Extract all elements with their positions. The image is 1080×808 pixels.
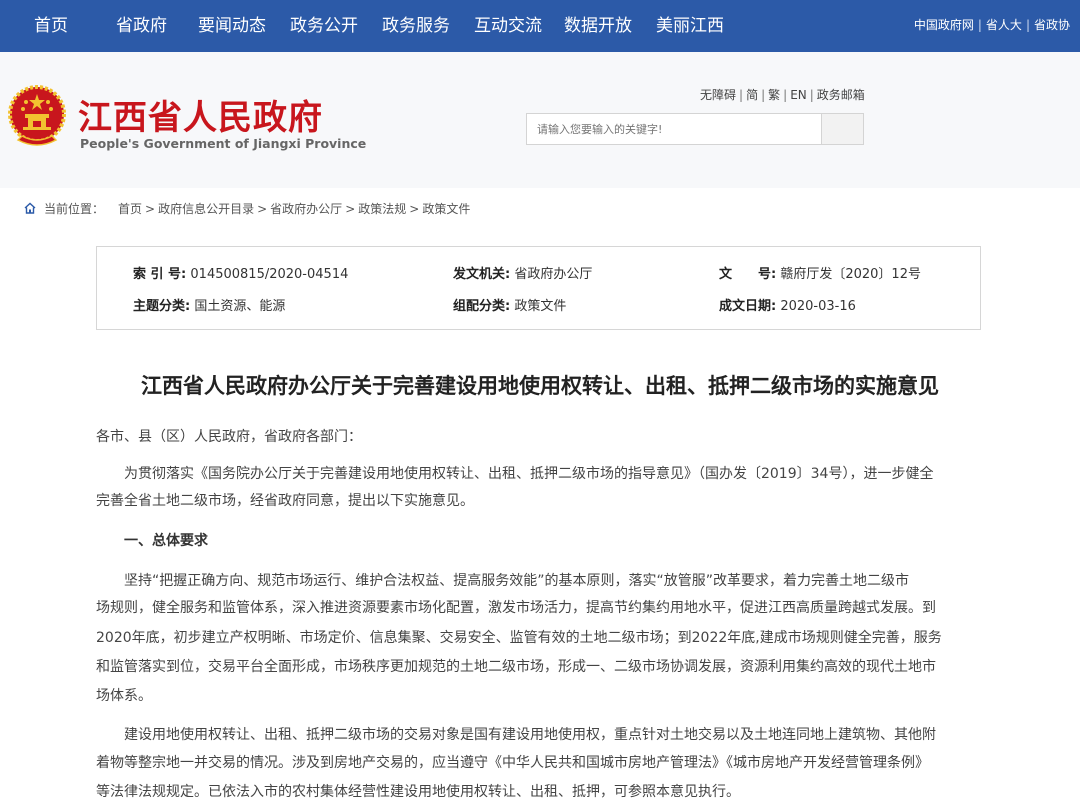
section-heading-general: 一、总体要求	[124, 533, 208, 549]
nav-item-province-gov[interactable]: 省政府	[116, 0, 167, 52]
nav-item-news[interactable]: 要闻动态	[198, 0, 266, 52]
link-provincial-cppcc[interactable]: 省政协	[1034, 18, 1070, 32]
top-nav: 首页 省政府 要闻动态 政务公开 政务服务 互动交流 数据开放 美丽江西 中国政…	[0, 0, 1080, 52]
top-right-links: 中国政府网 | 省人大 | 省政协	[913, 18, 1070, 32]
meta-topic: 主题分类: 国土资源、能源	[133, 299, 286, 314]
para1-line-1: 坚持“把握正确方向、规范市场运行、维护合法权益、提高服务效能”的基本原则，落实“…	[124, 573, 910, 589]
link-english[interactable]: EN	[790, 88, 807, 102]
breadcrumb-office[interactable]: 省政府办公厅	[270, 202, 342, 216]
meta-doc-number: 文 号: 赣府厅发〔2020〕12号	[719, 267, 921, 282]
nav-item-gov-affairs-open[interactable]: 政务公开	[290, 0, 358, 52]
para1-line-5: 场体系。	[96, 688, 152, 704]
intro-line-2: 完善全省土地二级市场，经省政府同意，提出以下实施意见。	[96, 493, 474, 509]
para1-line-2: 场规则，健全服务和监管体系，深入推进资源要素市场化配置，激发市场活力，提高节约集…	[96, 600, 936, 616]
intro-line-1: 为贯彻落实《国务院办公厅关于完善建设用地使用权转让、出租、抵押二级市场的指导意见…	[124, 466, 934, 482]
breadcrumb: 当前位置： 首页 > 政府信息公开目录 > 省政府办公厅 > 政策法规 > 政策文件	[24, 200, 470, 217]
nav-item-home[interactable]: 首页	[34, 0, 68, 52]
site-subtitle: People's Government of Jiangxi Province	[80, 136, 367, 151]
link-accessibility[interactable]: 无障碍	[700, 88, 736, 102]
breadcrumb-policy-documents[interactable]: 政策文件	[422, 202, 470, 216]
search-input[interactable]	[526, 113, 822, 145]
meta-category: 组配分类: 政策文件	[453, 299, 567, 314]
site-title: 江西省人民政府	[78, 98, 323, 138]
breadcrumb-info-directory[interactable]: 政府信息公开目录	[158, 202, 254, 216]
meta-issuer: 发文机关: 省政府办公厅	[453, 267, 593, 282]
meta-date: 成文日期: 2020-03-16	[719, 299, 856, 314]
nav-item-gov-services[interactable]: 政务服务	[382, 0, 450, 52]
nav-item-open-data[interactable]: 数据开放	[564, 0, 632, 52]
salutation: 各市、县（区）人民政府，省政府各部门：	[96, 429, 362, 445]
national-emblem-icon	[8, 85, 66, 146]
para2-line-3: 等法律法规规定。已依法入市的农村集体经营性建设用地使用权转让、出租、抵押，可参照…	[96, 784, 740, 800]
link-provincial-npc[interactable]: 省人大	[986, 18, 1022, 32]
nav-item-beautiful-jiangxi[interactable]: 美丽江西	[656, 0, 724, 52]
breadcrumb-policy-regulations[interactable]: 政策法规	[358, 202, 406, 216]
meta-index-number: 索 引 号: 014500815/2020-04514	[133, 267, 349, 282]
site-header: 江西省人民政府 People's Government of Jiangxi P…	[0, 52, 1080, 188]
breadcrumb-home[interactable]: 首页	[118, 202, 142, 216]
document-meta-box: 索 引 号: 014500815/2020-04514 发文机关: 省政府办公厅…	[96, 246, 981, 330]
para1-line-4: 和监管落实到位，交易平台全面形成，市场秩序更加规范的土地二级市场，形成一、二级市…	[96, 659, 936, 675]
para2-line-2: 着物等整宗地一并交易的情况。涉及到房地产交易的，应当遵守《中华人民共和国城市房地…	[96, 755, 929, 771]
breadcrumb-label: 当前位置：	[44, 202, 105, 216]
utility-links: 无障碍 | 简 | 繁 | EN | 政务邮箱	[700, 88, 865, 102]
link-simplified[interactable]: 简	[746, 88, 758, 102]
nav-item-interaction[interactable]: 互动交流	[474, 0, 542, 52]
search-button[interactable]	[822, 113, 864, 145]
link-china-gov[interactable]: 中国政府网	[914, 18, 974, 32]
link-gov-email[interactable]: 政务邮箱	[817, 88, 865, 102]
home-icon	[24, 202, 36, 214]
para2-line-1: 建设用地使用权转让、出租、抵押二级市场的交易对象是国有建设用地使用权，重点针对土…	[124, 727, 936, 743]
document-title: 江西省人民政府办公厅关于完善建设用地使用权转让、出租、抵押二级市场的实施意见	[141, 374, 939, 398]
para1-line-3: 2020年底，初步建立产权明晰、市场定价、信息集聚、交易安全、监管有效的土地二级…	[96, 630, 942, 646]
link-traditional[interactable]: 繁	[768, 88, 780, 102]
